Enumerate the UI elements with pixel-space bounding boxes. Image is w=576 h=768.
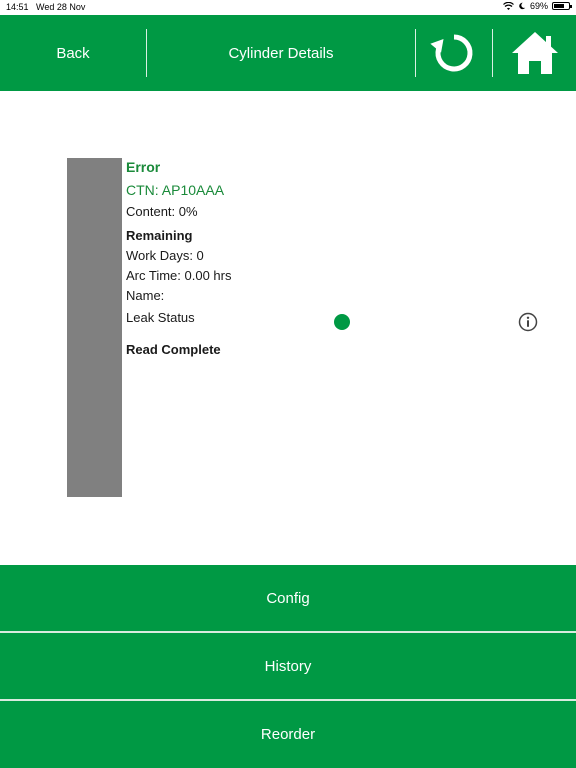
arc-time-value: Arc Time: 0.00 hrs — [126, 268, 232, 283]
config-button[interactable]: Config — [0, 565, 576, 631]
remaining-heading: Remaining — [126, 228, 193, 243]
home-button[interactable] — [493, 15, 576, 91]
read-status: Read Complete — [126, 342, 221, 357]
status-time: 14:51 — [6, 2, 29, 12]
refresh-icon — [430, 34, 473, 72]
info-icon[interactable] — [518, 312, 538, 332]
battery-icon — [552, 2, 572, 10]
reorder-button[interactable]: Reorder — [0, 701, 576, 768]
cylinder-ctn: CTN: AP10AAA — [126, 182, 225, 198]
leak-status-label: Leak Status — [126, 310, 195, 325]
status-date: Wed 28 Nov — [36, 2, 86, 12]
cylinder-status: Error — [126, 159, 161, 175]
history-button[interactable]: History — [0, 633, 576, 699]
refresh-button[interactable] — [416, 15, 492, 91]
status-bar: 14:51 Wed 28 Nov 69% — [0, 0, 576, 15]
header-bar: Back Cylinder Details — [0, 15, 576, 91]
work-days-value: Work Days: 0 — [126, 248, 204, 263]
name-value: Name: — [126, 288, 165, 303]
content-value: Content: 0% — [126, 204, 198, 219]
status-right: 69% — [503, 1, 572, 11]
cylinder-gauge — [67, 158, 122, 497]
moon-icon — [519, 2, 526, 10]
battery-percent: 69% — [529, 1, 548, 11]
home-icon — [511, 32, 558, 74]
leak-status-indicator — [334, 314, 350, 330]
page-title: Cylinder Details — [228, 44, 334, 62]
back-button[interactable]: Back — [0, 15, 146, 91]
wifi-icon — [503, 1, 514, 10]
